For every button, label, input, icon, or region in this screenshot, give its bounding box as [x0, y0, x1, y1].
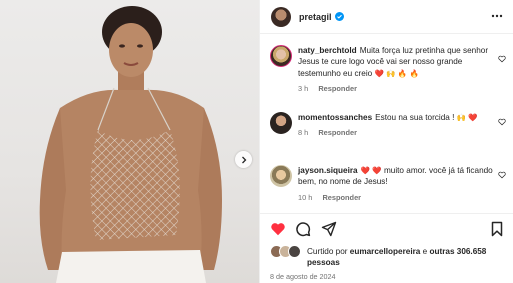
- liker-avatar: [288, 245, 301, 258]
- comment-body: naty_berchtold Muita força luz pretinha q…: [298, 45, 494, 93]
- comment-username[interactable]: momentossanches: [298, 113, 372, 122]
- comment-meta: 10 h Responder: [298, 193, 494, 202]
- comment-username[interactable]: jayson.siqueira: [298, 166, 358, 175]
- comment-message: Estou na sua torcida !: [375, 113, 455, 122]
- more-icon[interactable]: [490, 11, 504, 21]
- next-media-button[interactable]: [235, 151, 252, 168]
- author-username[interactable]: pretagil: [299, 12, 332, 22]
- likes-user[interactable]: eumarcellopereira: [350, 247, 421, 256]
- commenter-avatar[interactable]: [270, 165, 292, 187]
- reply-button[interactable]: Responder: [318, 128, 357, 137]
- author-avatar[interactable]: [271, 6, 291, 27]
- comment-list: naty_berchtold Muita força luz pretinha q…: [260, 36, 513, 208]
- comment-body: jayson.siqueira ❤️ ❤️ muito amor. você já…: [298, 165, 494, 202]
- post-date: 8 de agosto de 2024: [270, 272, 336, 281]
- comment-time: 10 h: [298, 192, 313, 202]
- comment-meta: 3 h Responder: [298, 84, 494, 93]
- comment-body: momentossanches Estou na sua torcida ! 🙌 …: [298, 112, 494, 137]
- chevron-right-icon: [241, 156, 246, 163]
- verified-badge-icon: [334, 12, 344, 21]
- comment-username[interactable]: naty_berchtold: [298, 46, 357, 55]
- comment-icon[interactable]: [295, 221, 311, 237]
- comment-like-icon[interactable]: [498, 55, 506, 63]
- liker-avatars[interactable]: [270, 245, 304, 259]
- comment-text: momentossanches Estou na sua torcida ! 🙌 …: [298, 112, 494, 123]
- heart-icon[interactable]: [270, 221, 286, 237]
- share-icon[interactable]: [321, 221, 337, 237]
- reply-button[interactable]: Responder: [322, 193, 361, 202]
- comment-text: naty_berchtold Muita força luz pretinha q…: [298, 45, 494, 79]
- likes-prefix: Curtido por: [307, 247, 348, 256]
- comment-emoji: ❤️ 🙌 🔥 🔥: [374, 68, 419, 78]
- comment-like-icon[interactable]: [498, 171, 506, 179]
- comment-time: 8 h: [298, 128, 309, 138]
- commenter-avatar[interactable]: [270, 112, 292, 134]
- commenter-avatar[interactable]: [270, 45, 292, 67]
- likes-text: Curtido por eumarcellopereira e outras 3…: [307, 246, 507, 269]
- post-actions: [260, 213, 513, 241]
- instagram-post: pretagil naty_berchtold Muita força luz p…: [0, 0, 513, 283]
- bookmark-icon[interactable]: [489, 221, 505, 237]
- comment-emoji: 🙌 ❤️: [456, 113, 478, 122]
- post-media: [0, 0, 259, 283]
- comment-time: 3 h: [298, 84, 309, 94]
- reply-button[interactable]: Responder: [318, 84, 357, 93]
- comment-emoji: ❤️ ❤️: [360, 166, 382, 175]
- post-photo: [39, 6, 222, 283]
- post-side-panel: pretagil naty_berchtold Muita força luz p…: [259, 0, 513, 283]
- comment-like-icon[interactable]: [498, 118, 506, 126]
- comment-meta: 8 h Responder: [298, 128, 494, 137]
- comment-text: jayson.siqueira ❤️ ❤️ muito amor. você já…: [298, 165, 494, 188]
- post-header: pretagil: [260, 0, 513, 34]
- likes-middle: e: [422, 247, 428, 256]
